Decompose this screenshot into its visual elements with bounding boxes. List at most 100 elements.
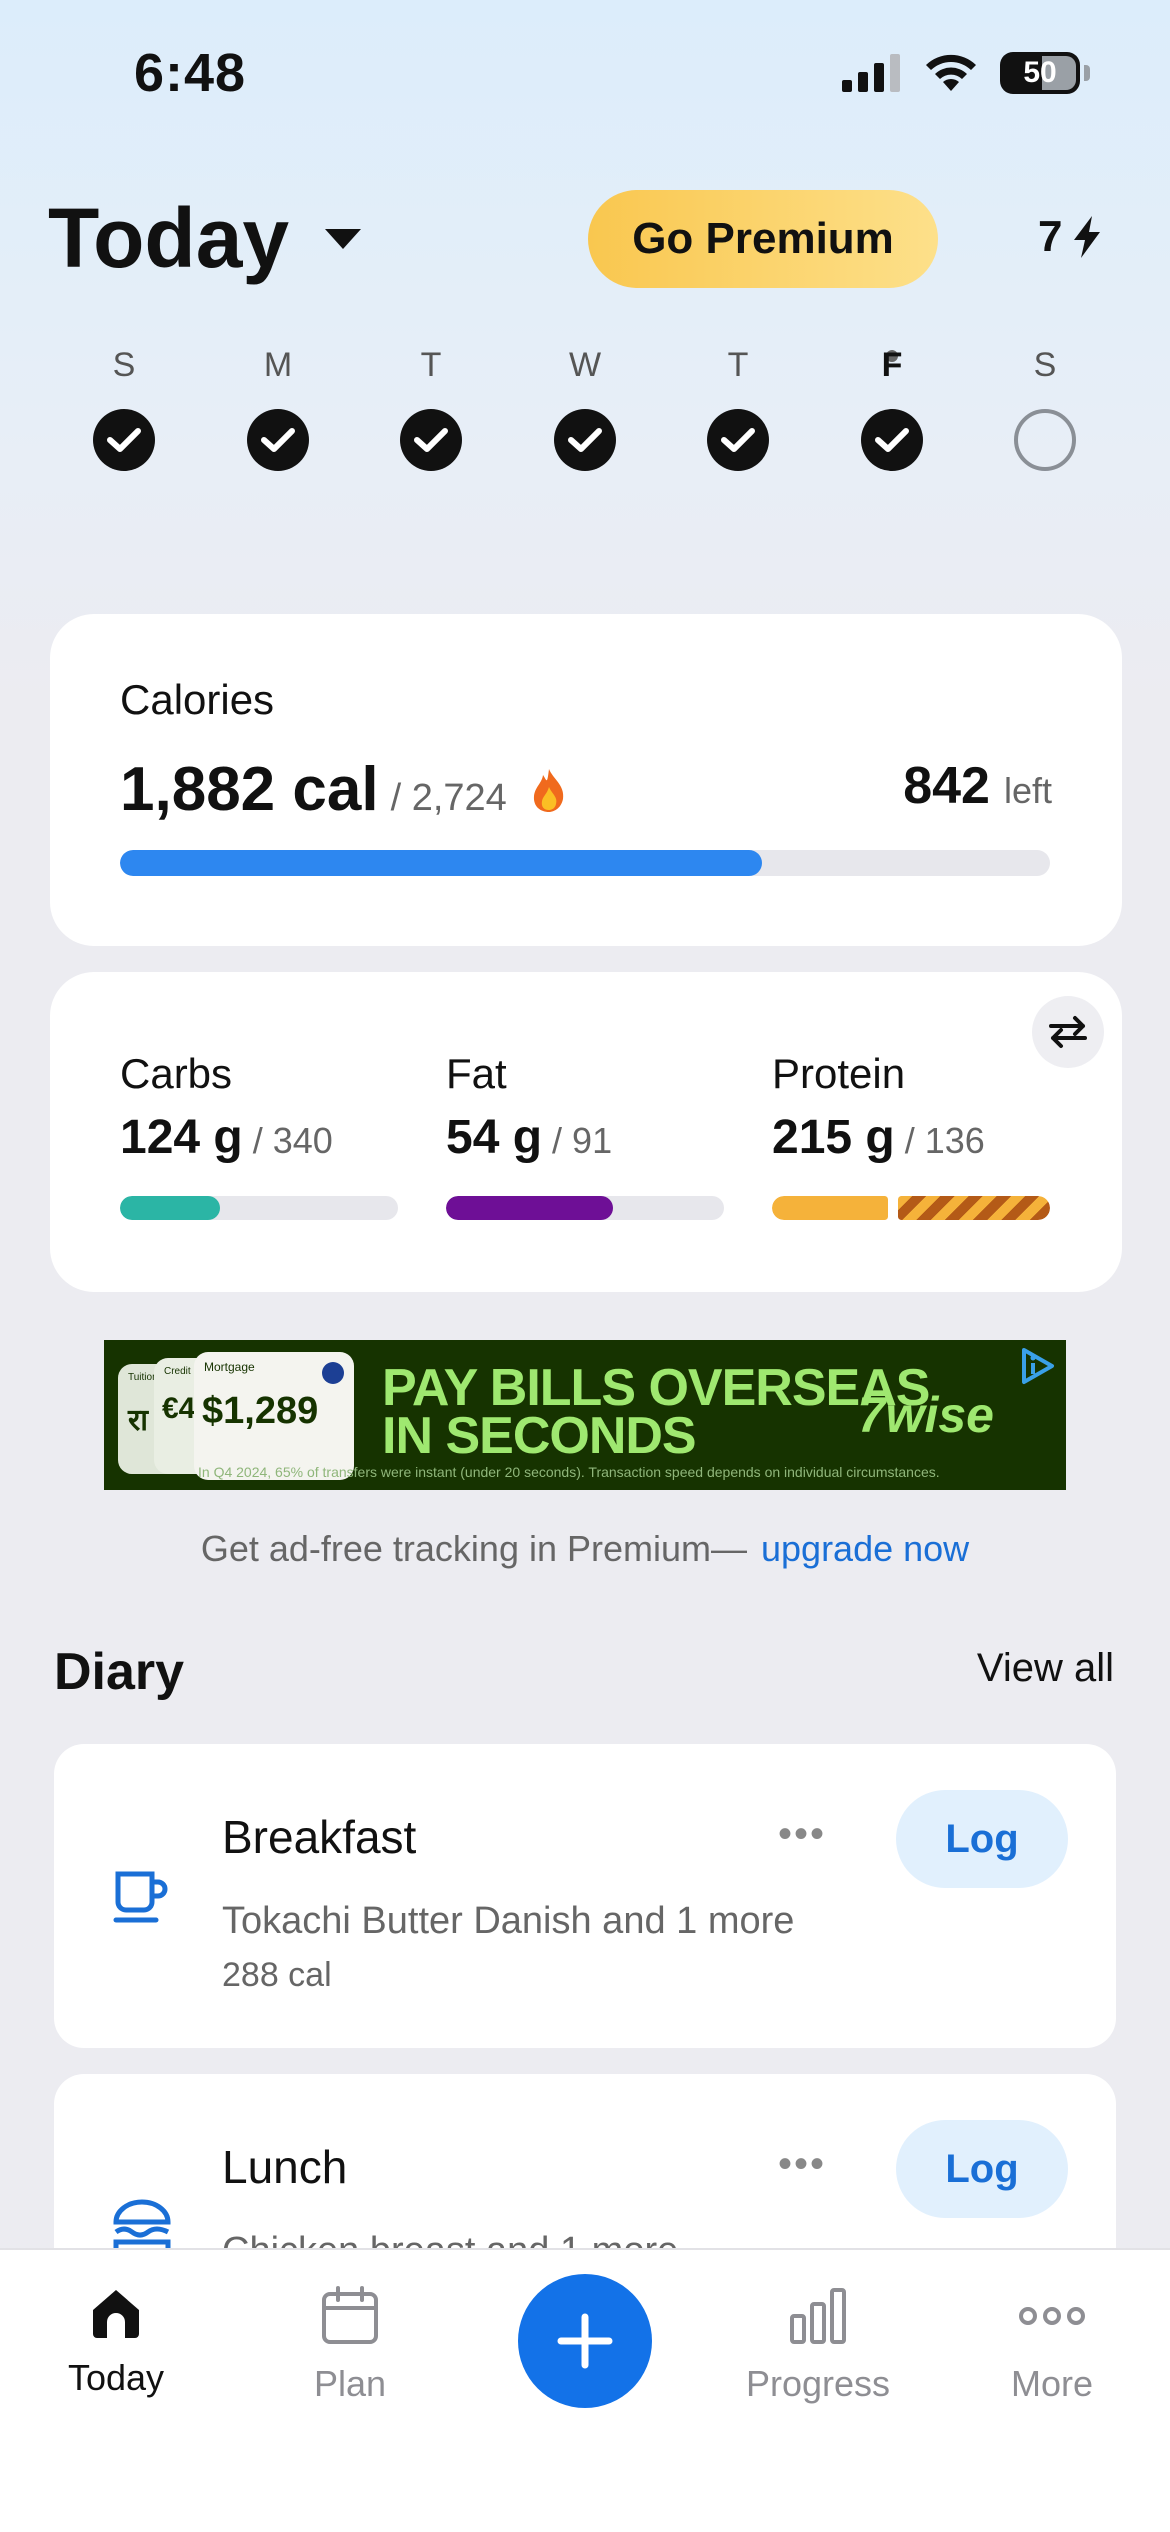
add-entry-button[interactable] (518, 2274, 652, 2408)
cellular-signal-icon (842, 54, 900, 92)
protein-progress-track (772, 1196, 1050, 1220)
view-all-link[interactable]: View all (977, 1646, 1114, 1691)
empty-circle-icon (1014, 409, 1076, 471)
meal-description: Tokachi Butter Danish and 1 more (222, 1900, 795, 1942)
macro-protein: Protein 215 g/ 136 (772, 1050, 1052, 1165)
macro-name: Carbs (120, 1050, 233, 1097)
upgrade-now-link[interactable]: upgrade now (761, 1528, 969, 1569)
tab-label: More (1010, 2363, 1094, 2404)
meal-calories: 288 cal (222, 1956, 332, 1994)
macro-value: 124 g (120, 1111, 243, 1164)
day-thursday[interactable]: T (698, 346, 778, 471)
check-icon (247, 409, 309, 471)
meal-name: Breakfast (222, 1811, 417, 1863)
status-time: 6:48 (134, 43, 247, 103)
tab-plan[interactable]: Plan (250, 2286, 450, 2405)
diary-title: Diary (54, 1643, 185, 1701)
ad-fine-print: In Q4 2024, 65% of transfers were instan… (198, 1464, 940, 1480)
calories-card[interactable]: Calories 1,882 cal / 2,724 842 left (50, 614, 1122, 946)
bottom-tab-bar: Today Plan Progress More (0, 2248, 1170, 2532)
ad-choices-icon[interactable] (1018, 1346, 1058, 1386)
day-saturday[interactable]: S (1005, 346, 1085, 471)
calendar-icon (322, 2286, 378, 2344)
check-icon (400, 409, 462, 471)
day-monday[interactable]: M (238, 346, 318, 471)
home-icon (93, 2290, 139, 2338)
log-lunch-button[interactable]: Log (896, 2120, 1068, 2218)
log-breakfast-button[interactable]: Log (896, 1790, 1068, 1888)
calories-progress-fill (120, 850, 762, 876)
check-icon (861, 409, 923, 471)
day-letter: T (420, 346, 442, 384)
macro-name: Fat (446, 1050, 507, 1097)
swap-arrows-icon (1049, 1016, 1087, 1048)
meal-card-breakfast[interactable]: Breakfast ••• Log Tokachi Butter Danish … (54, 1744, 1116, 2048)
tab-label: Progress (745, 2363, 891, 2404)
day-letter: M (263, 346, 293, 384)
ad-amount: $1,289 (202, 1390, 319, 1432)
calories-label: Calories (120, 676, 275, 723)
calories-remaining-label: left (1003, 770, 1052, 811)
macro-goal: / 340 (252, 1120, 333, 1161)
fire-icon (533, 768, 564, 812)
day-letter: S (112, 346, 136, 384)
status-icons: 50 (842, 52, 1090, 94)
calories-consumed: 1,882 cal / 2,724 (120, 754, 569, 825)
calories-goal: / 2,724 (390, 777, 507, 819)
go-premium-button[interactable]: Go Premium (588, 190, 938, 288)
tab-label: Today (67, 2357, 165, 2398)
calories-remaining-value: 842 (903, 757, 990, 815)
day-letter: W (568, 346, 602, 384)
macro-value: 215 g (772, 1111, 895, 1164)
tab-today[interactable]: Today (16, 2286, 216, 2399)
ad-brand-logo: 7wise (857, 1387, 994, 1443)
day-sunday[interactable]: S (84, 346, 164, 471)
battery-level: 50 (1023, 56, 1057, 89)
calories-remaining: 842 left (903, 756, 1052, 816)
protein-over-goal-fill (898, 1196, 1050, 1220)
macro-fat: Fat 54 g/ 91 (446, 1050, 726, 1165)
day-letter: S (1033, 346, 1057, 384)
battery-icon: 50 (1000, 52, 1080, 94)
premium-upsell-note: Get ad-free tracking in Premium— upgrade … (0, 1528, 1170, 1570)
macros-card[interactable]: Carbs 124 g/ 340 Fat 54 g/ 91 Protein 21… (50, 972, 1122, 1292)
tab-more[interactable]: More (952, 2286, 1152, 2405)
chevron-down-icon (325, 228, 362, 249)
tab-progress[interactable]: Progress (718, 2286, 918, 2405)
macro-goal: / 91 (552, 1120, 613, 1161)
fat-progress-fill (446, 1196, 613, 1220)
ad-card-back-glyph: रा (128, 1404, 149, 1437)
macro-value: 54 g (446, 1111, 543, 1164)
ad-card-label: Mortgage (204, 1360, 255, 1374)
streak-count: 7 (1038, 212, 1063, 261)
ad-card-back-amount: €4 (162, 1392, 196, 1425)
advertisement-banner[interactable]: Tuition रा Credit €4 Mortgage $1,289 PAY… (104, 1340, 1066, 1490)
plus-icon (557, 2313, 613, 2369)
bar-chart-icon (790, 2288, 846, 2344)
ad-card-back-2-label: Credit (164, 1366, 191, 1377)
tab-label: Plan (313, 2363, 387, 2404)
lightning-bolt-icon (1074, 216, 1101, 258)
carbs-progress-track (120, 1196, 398, 1220)
meal-options-icon[interactable]: ••• (778, 2142, 826, 2187)
day-wednesday[interactable]: W (545, 346, 625, 471)
check-icon (93, 409, 155, 471)
ad-headline: PAY BILLS OVERSEAS IN SECONDS (382, 1359, 930, 1465)
ad-headline-line-1: PAY BILLS OVERSEAS (382, 1359, 930, 1417)
day-friday[interactable]: F (852, 346, 932, 471)
meal-options-icon[interactable]: ••• (778, 1812, 826, 1857)
fat-progress-track (446, 1196, 724, 1220)
ad-headline-line-2: IN SECONDS (382, 1407, 697, 1465)
calories-consumed-value: 1,882 cal (120, 755, 379, 824)
check-icon (554, 409, 616, 471)
week-strip: S M T W T F S (0, 346, 1170, 506)
day-tuesday[interactable]: T (391, 346, 471, 471)
macro-name: Protein (772, 1050, 906, 1097)
calories-progress-track (120, 850, 1050, 876)
meal-name: Lunch (222, 2141, 348, 2193)
streak-counter[interactable]: 7 (1038, 212, 1102, 262)
macro-carbs: Carbs 124 g/ 340 (120, 1050, 400, 1165)
macro-goal: / 136 (904, 1120, 985, 1161)
date-selector[interactable]: Today (48, 190, 363, 287)
flag-icon (322, 1362, 344, 1384)
